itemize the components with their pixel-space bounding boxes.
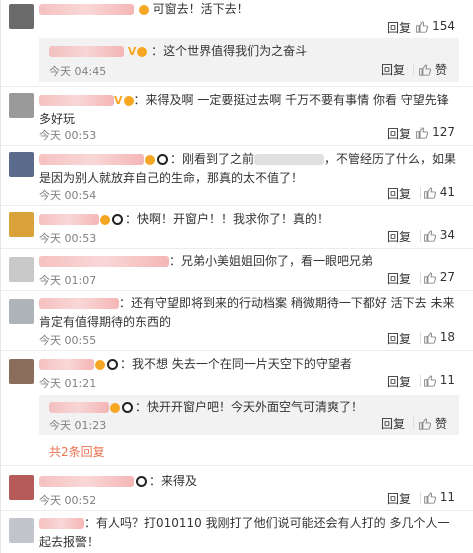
reply-button[interactable]: 回复 xyxy=(387,490,411,507)
like-button[interactable]: 41 xyxy=(423,185,455,199)
panda-emoji-icon xyxy=(107,359,118,370)
badge-icon xyxy=(100,214,110,225)
avatar[interactable] xyxy=(9,518,34,543)
username[interactable] xyxy=(39,518,84,529)
more-replies-link[interactable]: 共2条回复 xyxy=(49,443,105,460)
thumbs-up-icon xyxy=(419,64,431,76)
comment-text: ：我不想 失去一个在同一片天空下的守望者 xyxy=(39,355,464,374)
comment-text: ：有人吗？打010110 我刚打了他们说可能还会有人打的 多几个人一起去报警！ xyxy=(39,516,450,549)
username[interactable] xyxy=(39,359,94,370)
timestamp: 今天 00:52 xyxy=(39,494,97,507)
panda-emoji-icon xyxy=(136,476,147,487)
sub-reply-box: ：快开开窗户吧！今天外面空气可清爽了！ 今天 01:23 回复 赞 xyxy=(39,395,459,435)
username[interactable] xyxy=(39,476,134,487)
username[interactable] xyxy=(39,4,134,15)
username[interactable] xyxy=(49,46,124,57)
username[interactable] xyxy=(39,298,119,309)
like-button[interactable]: 34 xyxy=(423,228,455,242)
username[interactable] xyxy=(39,214,99,225)
timestamp: 今天 04:45 xyxy=(49,65,107,78)
like-button[interactable]: 27 xyxy=(423,270,455,284)
verified-icon: V xyxy=(114,94,123,107)
comment-text: 可窗去！活下去！ xyxy=(39,0,464,19)
badge-icon xyxy=(137,46,148,57)
timestamp: 今天 00:55 xyxy=(39,334,97,347)
timestamp: 今天 00:53 xyxy=(39,232,97,245)
comment-text: V ：来得及啊 一定要挺过去啊 千万不要有事情 你看 守望先锋多好玩 xyxy=(39,93,449,126)
avatar[interactable] xyxy=(9,93,34,118)
panda-emoji-icon xyxy=(157,154,168,165)
thumbs-up-icon xyxy=(419,418,431,430)
like-button[interactable]: 154 xyxy=(415,19,455,33)
reply-button[interactable]: 回复 xyxy=(381,61,405,78)
timestamp: 今天 01:21 xyxy=(39,377,97,390)
panda-emoji-icon xyxy=(112,214,123,225)
username[interactable] xyxy=(49,402,109,413)
avatar[interactable] xyxy=(9,257,34,282)
thumbs-up-icon xyxy=(423,271,436,284)
badge-icon xyxy=(138,4,149,15)
panda-emoji-icon xyxy=(122,402,133,413)
avatar[interactable] xyxy=(9,4,34,29)
timestamp: 今天 00:53 xyxy=(39,129,97,142)
avatar[interactable] xyxy=(9,475,34,500)
reply-button[interactable]: 回复 xyxy=(387,185,411,202)
avatar[interactable] xyxy=(9,299,34,324)
reply-button[interactable]: 回复 xyxy=(387,270,411,287)
reply-button[interactable]: 回复 xyxy=(387,373,411,390)
timestamp: 今天 00:54 xyxy=(39,189,97,202)
avatar[interactable] xyxy=(9,212,34,237)
like-button[interactable]: 11 xyxy=(423,373,455,387)
like-button[interactable]: 赞 xyxy=(418,61,447,78)
thumbs-up-icon xyxy=(416,126,429,139)
reply-button[interactable]: 回复 xyxy=(387,19,411,36)
timestamp: 今天 01:07 xyxy=(39,274,97,287)
thumbs-up-icon xyxy=(423,229,436,242)
sub-reply-box: V ：这个世界值得我们为之奋斗 今天 04:45 回复 赞 xyxy=(39,38,459,82)
badge-icon xyxy=(95,359,105,370)
timestamp: 今天 01:23 xyxy=(49,419,107,432)
comment-text: ：来得及 xyxy=(39,472,464,491)
thumbs-up-icon xyxy=(423,491,436,504)
like-button[interactable]: 127 xyxy=(415,125,455,139)
username[interactable] xyxy=(39,256,169,267)
thumbs-up-icon xyxy=(423,374,436,387)
reply-button[interactable]: 回复 xyxy=(387,330,411,347)
comment-text: ：快啊！开窗户！！我求你了！真的！ xyxy=(39,210,464,229)
reply-button[interactable]: 回复 xyxy=(387,125,411,142)
blurred-text xyxy=(254,154,325,165)
like-button[interactable]: 18 xyxy=(423,330,455,344)
username[interactable] xyxy=(39,95,114,106)
username[interactable] xyxy=(39,154,144,165)
badge-icon xyxy=(110,402,120,413)
verified-icon: V xyxy=(127,45,137,58)
like-button[interactable]: 赞 xyxy=(418,415,447,432)
comment-text: ：兄弟小美姐姐回你了，看一眼吧兄弟 xyxy=(39,252,464,271)
thumbs-up-icon xyxy=(423,331,436,344)
comment-feed: 可窗去！活下去！ 回复 154 V ：这个世界值得我们为之奋斗 今天 04:45… xyxy=(0,0,473,553)
avatar[interactable] xyxy=(9,359,34,384)
avatar[interactable] xyxy=(9,152,34,177)
thumbs-up-icon xyxy=(416,20,429,33)
comment-text: ：刚看到了之前 ，不管经历了什么，如果是因为别人就放弃自己的生命，那真的太不值了！ xyxy=(39,152,457,185)
thumbs-up-icon xyxy=(423,186,436,199)
comment-text: ：还有守望即将到来的行动档案 稍微期待一下都好 活下去 未来肯定有值得期待的东西… xyxy=(39,296,455,329)
badge-icon xyxy=(123,95,134,106)
badge-icon xyxy=(145,154,155,165)
reply-button[interactable]: 回复 xyxy=(387,228,411,245)
comment-text: V ：这个世界值得我们为之奋斗 xyxy=(49,42,449,61)
reply-button[interactable]: 回复 xyxy=(381,415,405,432)
like-button[interactable]: 11 xyxy=(423,490,455,504)
